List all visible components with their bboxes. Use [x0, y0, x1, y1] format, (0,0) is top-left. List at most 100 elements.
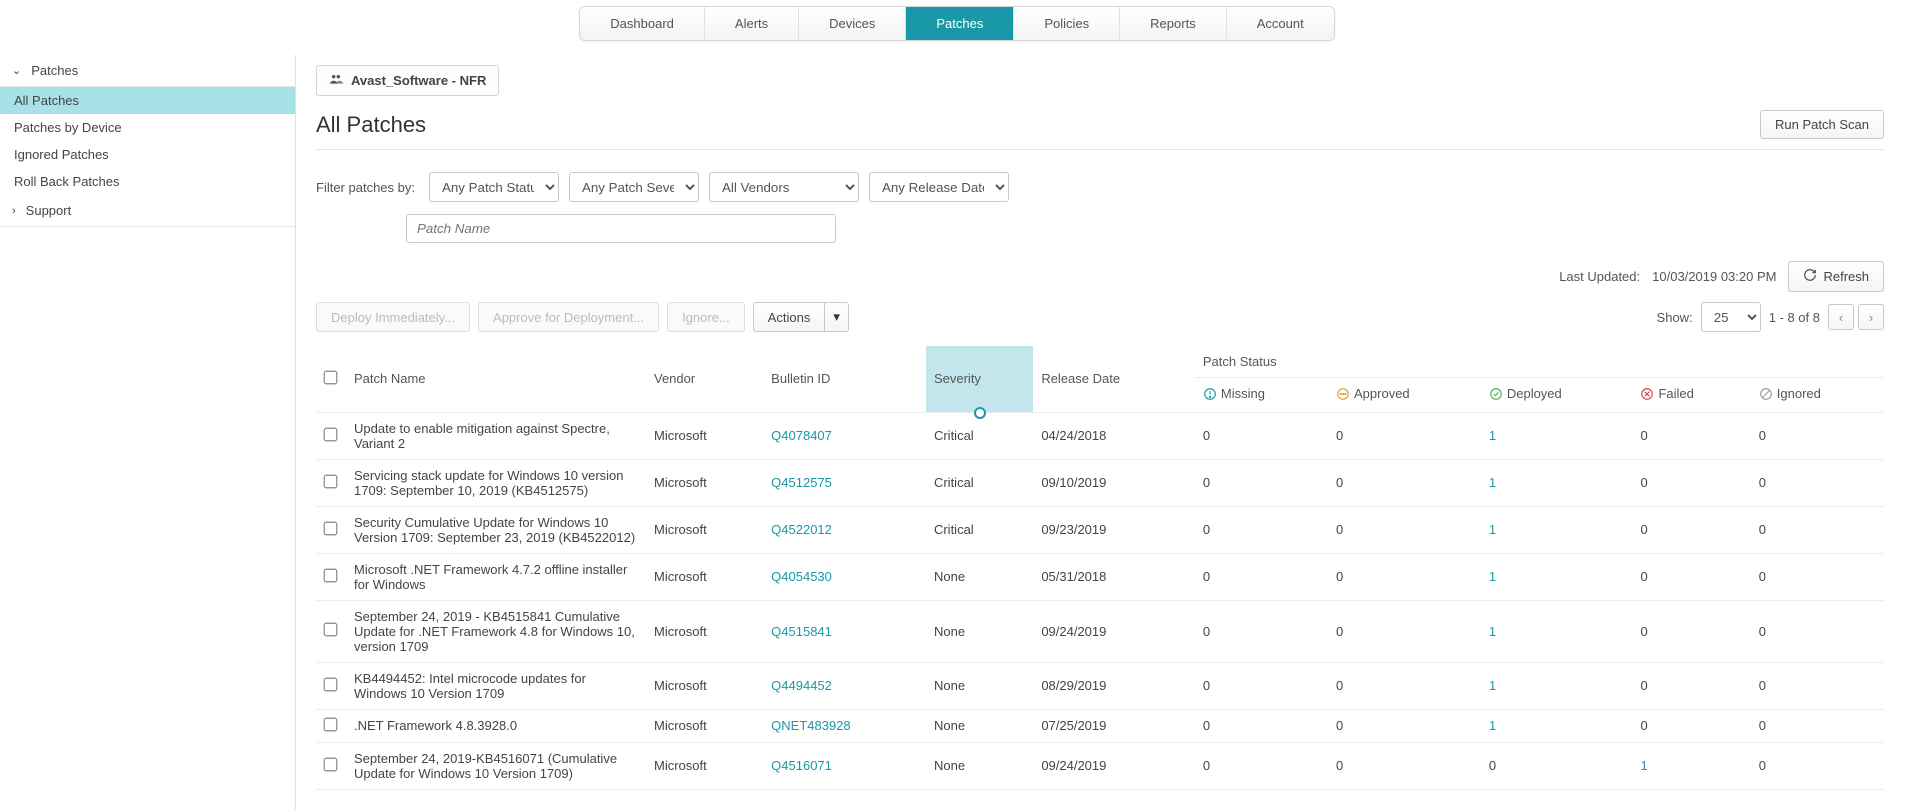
count-link[interactable]: 1: [1489, 475, 1496, 490]
actions-button[interactable]: Actions: [753, 302, 826, 332]
col-missing[interactable]: Missing: [1195, 378, 1328, 413]
col-failed[interactable]: Failed: [1632, 378, 1750, 413]
run-patch-scan-button[interactable]: Run Patch Scan: [1760, 110, 1884, 139]
cell-release-date: 09/24/2019: [1033, 742, 1195, 789]
sidebar-item-ignored-patches[interactable]: Ignored Patches: [0, 141, 295, 168]
count-link[interactable]: 1: [1489, 678, 1496, 693]
cell-approved: 0: [1328, 412, 1481, 459]
sidebar-section-patches[interactable]: ⌄Patches: [0, 55, 295, 87]
col-deployed[interactable]: Deployed: [1481, 378, 1633, 413]
cell-ignored: 0: [1751, 553, 1884, 600]
cell-severity: None: [926, 709, 1033, 742]
row-checkbox[interactable]: [324, 521, 338, 535]
show-count-select[interactable]: 25: [1701, 302, 1761, 332]
group-name: Avast_Software - NFR: [351, 73, 486, 88]
cell-deployed: 1: [1481, 600, 1633, 662]
bulletin-link[interactable]: Q4522012: [771, 522, 832, 537]
row-checkbox[interactable]: [324, 677, 338, 691]
cell-deployed: 1: [1481, 662, 1633, 709]
col-ignored[interactable]: Ignored: [1751, 378, 1884, 413]
filter-vendor[interactable]: All Vendors: [709, 172, 859, 202]
row-checkbox[interactable]: [324, 427, 338, 441]
topnav-item-policies[interactable]: Policies: [1014, 7, 1120, 40]
select-all-checkbox[interactable]: [324, 370, 338, 384]
bulletin-link[interactable]: Q4054530: [771, 569, 832, 584]
bulletin-link[interactable]: Q4078407: [771, 428, 832, 443]
table-row: .NET Framework 4.8.3928.0MicrosoftQNET48…: [316, 709, 1884, 742]
sidebar-item-roll-back-patches[interactable]: Roll Back Patches: [0, 168, 295, 195]
bulletin-link[interactable]: Q4516071: [771, 758, 832, 773]
chevron-down-icon[interactable]: ▾: [825, 302, 849, 332]
cell-failed: 0: [1632, 600, 1750, 662]
cell-patch-name: Microsoft .NET Framework 4.7.2 offline i…: [346, 553, 646, 600]
count-link[interactable]: 1: [1640, 758, 1647, 773]
cell-release-date: 04/24/2018: [1033, 412, 1195, 459]
bulletin-link[interactable]: Q4494452: [771, 678, 832, 693]
chevron-right-icon: ›: [12, 205, 16, 217]
count-link[interactable]: 1: [1489, 428, 1496, 443]
filter-patch-status[interactable]: Any Patch Status: [429, 172, 559, 202]
table-row: Servicing stack update for Windows 10 ve…: [316, 459, 1884, 506]
cell-approved: 0: [1328, 553, 1481, 600]
filter-patch-severity[interactable]: Any Patch Severity: [569, 172, 699, 202]
cell-patch-name: Update to enable mitigation against Spec…: [346, 412, 646, 459]
next-page-button[interactable]: ›: [1858, 304, 1884, 330]
row-checkbox[interactable]: [324, 474, 338, 488]
cell-deployed: 0: [1481, 742, 1633, 789]
row-checkbox[interactable]: [324, 623, 338, 637]
col-patch-name[interactable]: Patch Name: [346, 346, 646, 412]
row-checkbox[interactable]: [324, 717, 338, 731]
cell-deployed: 1: [1481, 506, 1633, 553]
topnav-item-reports[interactable]: Reports: [1120, 7, 1227, 40]
col-approved[interactable]: Approved: [1328, 378, 1481, 413]
main-content: Avast_Software - NFR All Patches Run Pat…: [296, 55, 1914, 810]
cell-deployed: 1: [1481, 553, 1633, 600]
cell-vendor: Microsoft: [646, 506, 763, 553]
sidebar: ⌄PatchesAll PatchesPatches by DeviceIgno…: [0, 55, 296, 810]
actions-dropdown[interactable]: Actions ▾: [753, 302, 849, 332]
sidebar-item-patches-by-device[interactable]: Patches by Device: [0, 114, 295, 141]
col-release-date[interactable]: Release Date: [1033, 346, 1195, 412]
sidebar-item-all-patches[interactable]: All Patches: [0, 87, 295, 114]
cell-release-date: 08/29/2019: [1033, 662, 1195, 709]
topnav-item-account[interactable]: Account: [1227, 7, 1334, 40]
filter-release-date[interactable]: Any Release Date: [869, 172, 1009, 202]
prev-page-button[interactable]: ‹: [1828, 304, 1854, 330]
topnav-item-dashboard[interactable]: Dashboard: [580, 7, 705, 40]
cell-severity: Critical: [926, 412, 1033, 459]
cell-failed: 0: [1632, 506, 1750, 553]
bulletin-link[interactable]: Q4515841: [771, 624, 832, 639]
row-checkbox[interactable]: [324, 568, 338, 582]
count-link[interactable]: 1: [1489, 718, 1496, 733]
cell-patch-name: Servicing stack update for Windows 10 ve…: [346, 459, 646, 506]
cell-release-date: 07/25/2019: [1033, 709, 1195, 742]
col-severity[interactable]: Severity: [926, 346, 1033, 412]
count-link[interactable]: 1: [1489, 522, 1496, 537]
cell-failed: 1: [1632, 742, 1750, 789]
count-link[interactable]: 1: [1489, 624, 1496, 639]
filter-patch-name-input[interactable]: [406, 214, 836, 243]
row-checkbox[interactable]: [324, 757, 338, 771]
last-updated-label: Last Updated:: [1559, 269, 1640, 284]
bulletin-link[interactable]: QNET483928: [771, 718, 851, 733]
sidebar-section-support[interactable]: ›Support: [0, 195, 295, 227]
cell-severity: None: [926, 742, 1033, 789]
group-badge[interactable]: Avast_Software - NFR: [316, 65, 499, 96]
col-bulletin[interactable]: Bulletin ID: [763, 346, 926, 412]
group-icon: [329, 72, 343, 89]
count-link[interactable]: 1: [1489, 569, 1496, 584]
topnav-item-patches[interactable]: Patches: [906, 7, 1014, 40]
col-vendor[interactable]: Vendor: [646, 346, 763, 412]
topnav-item-alerts[interactable]: Alerts: [705, 7, 799, 40]
cell-deployed: 1: [1481, 412, 1633, 459]
cell-failed: 0: [1632, 412, 1750, 459]
refresh-button[interactable]: Refresh: [1788, 261, 1884, 292]
cell-ignored: 0: [1751, 459, 1884, 506]
cell-deployed: 1: [1481, 459, 1633, 506]
cell-vendor: Microsoft: [646, 412, 763, 459]
bulletin-link[interactable]: Q4512575: [771, 475, 832, 490]
cell-ignored: 0: [1751, 600, 1884, 662]
cell-missing: 0: [1195, 412, 1328, 459]
cell-severity: Critical: [926, 459, 1033, 506]
topnav-item-devices[interactable]: Devices: [799, 7, 906, 40]
